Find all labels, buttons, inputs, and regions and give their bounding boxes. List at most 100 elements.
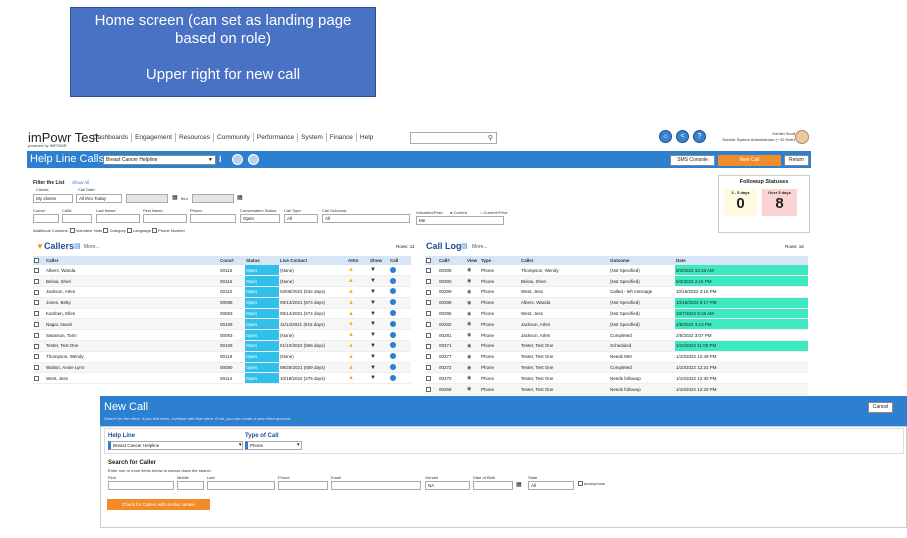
table-row[interactable]: 00277 ◉ Phone Tester, Test One Needs Met 1/10… [425,351,808,363]
conv-field[interactable] [33,214,59,223]
date-from-field[interactable] [126,194,168,203]
col-type[interactable]: Type [480,256,520,265]
filter-icon[interactable]: ▼ [369,265,389,277]
row-checkbox[interactable] [425,297,438,309]
nav-dashboards[interactable]: Dashboards [90,133,133,142]
view-icon[interactable]: ◉ [466,340,480,352]
addl-checkbox[interactable] [151,228,157,234]
table-row[interactable]: 00295 ◉ Phone West, Jess (Not Specified) 10/7… [425,308,808,320]
col-status[interactable]: Status [245,256,279,265]
row-checkbox[interactable] [425,286,438,298]
calendar-icon[interactable]: ▦ [172,194,178,201]
view-icon[interactable]: ◉ [466,275,480,288]
col-view[interactable]: View [466,256,480,265]
caller-name[interactable]: West, Jess [45,372,219,385]
volpeer-select[interactable]: Me [416,216,504,225]
table-row[interactable]: 00271 ◉ Phone Tester, Test One Scheduled 1/10… [425,340,808,352]
row-checkbox[interactable] [33,275,45,288]
check-similar-callers-button[interactable]: Check for Callers with similar names [107,499,210,510]
caller-name[interactable]: Jackson, Arlen [45,286,219,298]
lastname-field[interactable] [96,214,140,223]
caller-name[interactable]: Thompson, Wendy [45,351,219,363]
cancel-button[interactable]: Cancel [868,402,893,413]
nav-system[interactable]: System [298,133,327,142]
view-icon[interactable]: ◉ [466,318,480,331]
middle-name-field[interactable] [177,481,204,490]
caller-name[interactable]: Tester, Test One [520,351,609,363]
warning-icon[interactable]: ▲ [347,265,369,277]
table-row[interactable]: 00270 ◉ Phone Tester, Test One Needs followu… [425,372,808,385]
filter-icon[interactable]: ▼ [369,351,389,363]
nav-finance[interactable]: Finance [327,133,357,142]
calltype-select[interactable]: All [284,214,318,223]
col-outcome[interactable]: Outcome [609,256,675,265]
table-row[interactable]: Jackson, Arlen 00110 Open 02/08/2022 (532 d… [33,286,411,298]
settings-icon[interactable] [248,154,259,165]
filter-icon[interactable]: ▼ [369,329,389,342]
filter-icon[interactable]: ▼ [369,372,389,385]
row-checkbox[interactable] [425,275,438,288]
nav-community[interactable]: Community [214,133,254,142]
caller-name[interactable]: Jackson, Arlen [520,329,609,342]
table-row[interactable]: 00281 ◉ Phone Jackson, Arlen Completed 2/5/20… [425,329,808,342]
firstname-field[interactable] [143,214,187,223]
clients-select[interactable]: My clients [33,194,73,203]
table-row[interactable]: 00298 ◉ Phone Albers, Wanda (Not Specified) 1… [425,297,808,309]
caller-name[interactable]: Albers, Wanda [520,297,609,309]
helpline-select[interactable]: Breast Cancer Helpline ▼ [103,155,216,165]
table-row[interactable]: Tester, Test One 00108 Open 01/10/2022 (556… [33,340,411,352]
phone-icon[interactable] [389,286,411,298]
caller-name[interactable]: Jones, Betty [45,297,219,309]
col-caller[interactable]: Caller [520,256,609,265]
nav-performance[interactable]: Performance [254,133,299,142]
convstatus-select[interactable]: Open [240,214,280,223]
col-attn[interactable]: Attn! [347,256,369,265]
sms-console-button[interactable]: SMS Console [670,155,715,166]
new-call-button[interactable]: New Call [718,155,781,166]
warning-icon[interactable]: ▲ [347,318,369,331]
col-conv[interactable]: Conv# [219,256,245,265]
calendar-icon[interactable]: ▦ [516,481,522,488]
addl-checkbox[interactable] [103,228,109,234]
email-field[interactable] [331,481,421,490]
phone-icon[interactable] [389,372,411,385]
view-icon[interactable]: ◉ [466,372,480,385]
caller-name[interactable]: Tester, Test One [45,340,219,352]
table-row[interactable]: 00299 ◉ Phone West, Jess Called - left messa… [425,286,808,298]
caller-name[interactable]: Tester, Test One [520,362,609,374]
col-caller[interactable]: Caller [45,256,219,265]
calendar-icon[interactable]: ▦ [237,194,243,201]
view-icon[interactable]: ◉ [466,383,480,396]
row-checkbox[interactable] [425,308,438,320]
first-name-field[interactable] [108,481,174,490]
row-checkbox[interactable] [33,351,45,363]
phone-field[interactable] [278,481,328,490]
table-row[interactable]: Swanson, Torin 00093 Open (None) ▲ ▼ [33,329,411,342]
row-checkbox[interactable] [425,265,438,277]
call-log-more-link[interactable]: More... [472,244,488,250]
phone-icon[interactable] [389,297,411,309]
caller-name[interactable]: Jackson, Arlen [520,318,609,331]
phone-icon[interactable] [389,265,411,277]
caller-name[interactable]: Tester, Test One [520,340,609,352]
table-row[interactable]: 00300 ◉ Phone Below, Sheri (Not Specified) 5/… [425,275,808,288]
select-all-checkbox[interactable] [425,256,438,265]
caller-name[interactable]: Kamben, Ellen [45,308,219,320]
filter-icon[interactable]: ▼ [369,286,389,298]
filter-icon[interactable]: ▼ [369,297,389,309]
warning-icon[interactable]: ▲ [347,372,369,385]
caller-name[interactable]: Tester, Test One [520,383,609,396]
warning-icon[interactable]: ▲ [347,275,369,288]
avatar[interactable] [795,130,809,144]
date-thru-field[interactable] [192,194,234,203]
row-checkbox[interactable] [425,318,438,331]
col-show[interactable]: Show [369,256,389,265]
info-icon[interactable]: i [219,154,222,164]
row-checkbox[interactable] [33,308,45,320]
caller-name[interactable]: Tester, Test One [520,372,609,385]
col-call-number[interactable]: Call# [438,256,466,265]
caller-name[interactable]: Below, Sheri [45,275,219,288]
row-checkbox[interactable] [33,362,45,374]
phone-icon[interactable] [389,318,411,331]
view-icon[interactable]: ◉ [466,265,480,277]
